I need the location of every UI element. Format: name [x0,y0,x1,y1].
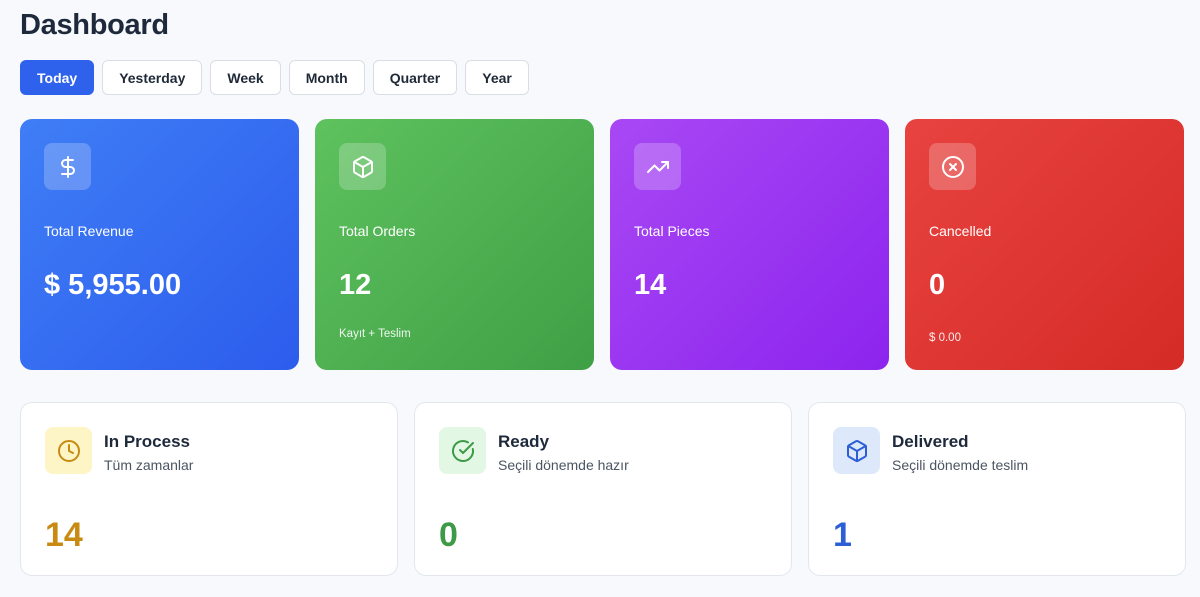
box-icon [339,143,386,190]
status-value: 14 [45,516,83,554]
stat-card-total-pieces: Total Pieces 14 [610,119,889,370]
trending-up-icon [634,143,681,190]
status-card-delivered: Delivered Seçili dönemde teslim 1 [808,402,1186,576]
stat-label: Cancelled [929,223,992,239]
filter-yesterday-button[interactable]: Yesterday [102,60,203,95]
check-circle-icon [439,427,486,474]
status-subtitle: Seçili dönemde teslim [892,457,1029,473]
status-subtitle: Seçili dönemde hazır [498,457,629,473]
stat-label: Total Orders [339,223,416,239]
stat-card-cancelled: Cancelled 0 $ 0.00 [905,119,1184,370]
stat-card-total-revenue: Total Revenue $ 5,955.00 [20,119,299,370]
stat-value: 12 [339,269,372,301]
stat-subtext: $ 0.00 [929,332,961,344]
filter-quarter-button[interactable]: Quarter [372,60,458,95]
x-circle-icon [929,143,976,190]
stat-value: 14 [634,269,667,301]
filter-year-button[interactable]: Year [465,60,529,95]
filter-month-button[interactable]: Month [288,60,365,95]
filter-today-button[interactable]: Today [20,60,95,95]
status-title: In Process [104,432,190,451]
status-cards: In Process Tüm zamanlar 14 Ready Seçili … [20,402,1186,576]
status-value: 0 [439,516,458,554]
stat-value: $ 5,955.00 [44,269,182,301]
dashboard-page: Dashboard Today Yesterday Week Month Qua… [0,0,1200,597]
status-title: Delivered [892,432,969,451]
clock-icon [45,427,92,474]
status-value: 1 [833,516,852,554]
stat-value: 0 [929,269,946,301]
box-icon [833,427,880,474]
status-card-ready: Ready Seçili dönemde hazır 0 [414,402,792,576]
page-title: Dashboard [20,9,169,41]
stat-card-total-orders: Total Orders 12 Kayıt + Teslim [315,119,594,370]
stat-label: Total Revenue [44,223,134,239]
filter-week-button[interactable]: Week [210,60,281,95]
status-subtitle: Tüm zamanlar [104,457,194,473]
date-filter-bar: Today Yesterday Week Month Quarter Year [20,60,529,95]
stat-cards: Total Revenue $ 5,955.00 Total Orders 12… [20,119,1184,370]
status-title: Ready [498,432,550,451]
stat-label: Total Pieces [634,223,710,239]
status-card-in-process: In Process Tüm zamanlar 14 [20,402,398,576]
dollar-icon [44,143,91,190]
stat-subtext: Kayıt + Teslim [339,328,411,340]
